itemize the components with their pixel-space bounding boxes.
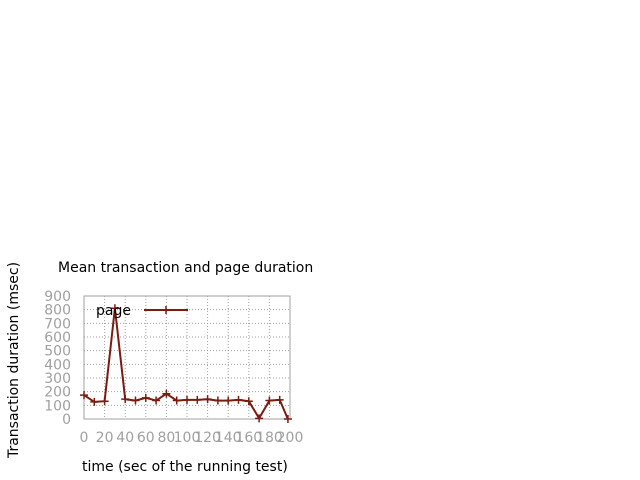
data-point <box>193 395 202 404</box>
data-point <box>141 393 150 402</box>
data-point <box>283 415 292 423</box>
x-tick-labels: 0 20 40 60 80100120140160180200 <box>80 430 304 446</box>
data-point <box>213 396 222 405</box>
data-point <box>121 395 130 404</box>
x-tick-label: 80 <box>157 430 175 446</box>
x-tick-label: 40 <box>116 430 134 446</box>
data-point <box>100 397 109 406</box>
data-point <box>131 396 140 405</box>
x-tick-label: 20 <box>96 430 114 446</box>
chart-title: Mean transaction and page duration <box>58 260 313 276</box>
legend: page <box>96 303 188 319</box>
y-tick-label: 300 <box>44 371 71 387</box>
y-tick-label: 500 <box>44 344 71 360</box>
x-tick-label: 200 <box>277 430 304 446</box>
data-point <box>203 395 212 404</box>
legend-label-page: page <box>96 303 131 319</box>
y-tick-label: 0 <box>62 412 71 428</box>
y-tick-label: 400 <box>44 357 71 373</box>
x-tick-label: 0 <box>80 430 89 446</box>
data-point <box>234 395 243 404</box>
x-tick-label: 60 <box>137 430 155 446</box>
series-line-page <box>83 308 289 421</box>
y-tick-label: 200 <box>44 385 71 401</box>
y-tick-label: 700 <box>44 316 71 332</box>
x-axis-label: time (sec of the running test) <box>82 459 288 475</box>
y-tick-label: 100 <box>44 398 71 414</box>
y-tick-label: 600 <box>44 330 71 346</box>
y-tick-label: 800 <box>44 303 71 319</box>
y-tick-labels: 0100200300400500600700800900 <box>44 289 71 428</box>
data-point <box>183 395 191 404</box>
data-point <box>224 396 233 405</box>
data-point <box>265 396 274 405</box>
y-axis-label: Transaction duration (msec) <box>6 262 22 459</box>
data-point <box>275 395 284 404</box>
legend-marker-page <box>162 306 170 314</box>
y-tick-label: 900 <box>44 289 71 305</box>
chart: 0 20 40 60 80100120140160180200 010020030040… <box>6 260 313 475</box>
